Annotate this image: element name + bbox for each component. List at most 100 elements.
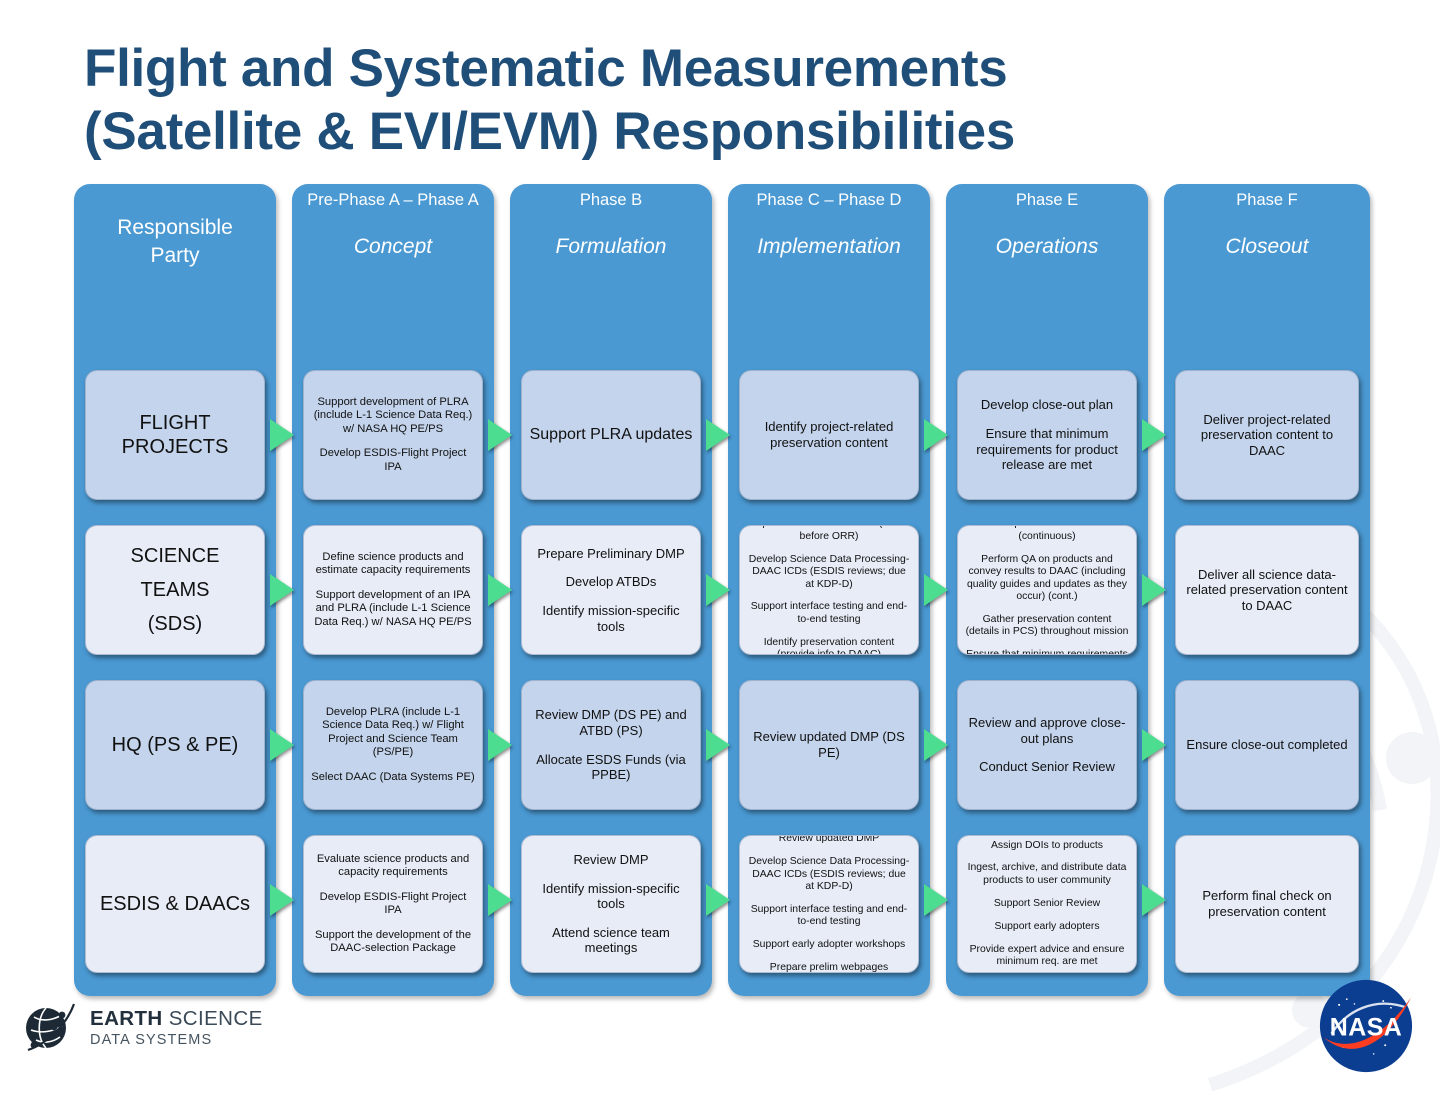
flow-arrow [270, 419, 294, 451]
cell-text: Support PLRA updates [529, 426, 693, 444]
cell-text: Develop close-out plan [980, 397, 1114, 413]
cell-text: Review DMP [573, 852, 649, 868]
party-text: (SDS) [147, 613, 203, 635]
column-header-responsible-party: Responsible Party [74, 190, 276, 269]
cell-text: Attend science team meetings [552, 924, 670, 956]
cell-text: Develop Science Data Processing-DAAC ICD… [748, 553, 910, 590]
cell-text: Identify project-related preservation co… [764, 419, 894, 450]
party-text: HQ (PS & PE) [111, 734, 239, 756]
party-cell-flight-projects: FLIGHT PROJECTS [85, 370, 265, 500]
nasa-logo-text: NASA [1330, 1014, 1403, 1042]
flow-arrow [270, 574, 294, 606]
esds-title: EARTH SCIENCE [90, 1007, 263, 1030]
party-text: SCIENCE [130, 545, 220, 567]
cell-text: Develop PLRA (include L-1 Science Data R… [322, 705, 464, 759]
cell-text: Review DMP (DS PE) and ATBD (PS) [535, 707, 687, 738]
matrix-cell-flight-concept: Support development of PLRA (include L-1… [303, 370, 483, 500]
column-phase-label: Phase E [1015, 191, 1079, 209]
flow-arrow [924, 419, 948, 451]
flow-arrow [270, 729, 294, 761]
cell-text: Support early adopter workshops [752, 939, 906, 951]
cell-text: Develop ATBDs [565, 574, 657, 590]
esds-title-light: SCIENCE [168, 1007, 263, 1030]
column-phase-label: Phase F [1236, 191, 1298, 209]
cell-text: Support development of PLRA (include L-1… [313, 395, 473, 435]
cell-text: Support Senior Review [993, 897, 1101, 909]
nasa-logo: NASA [1319, 979, 1413, 1073]
column-header-phase-e: Phase E Operations [946, 190, 1148, 259]
esds-wordmark: EARTH SCIENCE DATA SYSTEMS [90, 1007, 263, 1047]
flow-arrow [1142, 574, 1166, 606]
column-phase-label: Pre-Phase A – Phase A [307, 191, 479, 209]
responsibility-matrix: Responsible Party FLIGHT PROJECTS SCIENC… [74, 184, 1370, 996]
earth-science-data-systems-logo: EARTH SCIENCE DATA SYSTEMS [22, 1000, 263, 1056]
cell-text: Prepare Preliminary DMP [537, 545, 685, 561]
flow-arrow [924, 884, 948, 916]
cell-text: Review and approve close-out plans [968, 715, 1126, 746]
cell-text: Update and baseline DMP (at or before OR… [755, 526, 903, 542]
cell-text: Support interface testing and end-to-end… [750, 601, 908, 625]
column-header-phase-c-d: Phase C – Phase D Implementation [728, 190, 930, 259]
party-text: FLIGHT [139, 412, 211, 434]
flow-arrow [1142, 884, 1166, 916]
flow-arrow [706, 574, 730, 606]
column-header-phase-f: Phase F Closeout [1164, 190, 1370, 259]
cell-text: Develop Science Data Processing-DAAC ICD… [748, 856, 910, 893]
flow-arrow [1142, 419, 1166, 451]
cell-text: Ensure that minimum requirements for the… [966, 649, 1128, 655]
cell-text: Ensure close-out completed [1186, 737, 1348, 753]
cell-text: Develop ESDIS-Flight Project IPA [319, 890, 467, 916]
party-cell-science-teams: SCIENCE TEAMS (SDS) [85, 525, 265, 655]
column-phase-e: Phase E Operations Develop close-out pla… [946, 184, 1148, 996]
party-cell-esdis-daacs: ESDIS & DAACs [85, 835, 265, 973]
cell-text: Identify mission-specific tools [542, 603, 680, 634]
page-title-line-2: (Satellite & EVI/EVM) Responsibilities [84, 101, 1016, 161]
column-header-phase-b: Phase B Formulation [510, 190, 712, 259]
matrix-cell-science-implementation: Update and baseline DMP (at or before OR… [739, 525, 919, 655]
cell-text: Process, reprocess, and transmit data pr… [991, 526, 1102, 542]
column-stage-label: Formulation [555, 235, 667, 259]
cell-text: Gather preservation content (details in … [965, 613, 1129, 638]
party-text: ESDIS & DAACs [99, 893, 251, 915]
page-title-line-1: Flight and Systematic Measurements [84, 39, 1008, 98]
cell-text: Support development of an IPA and PLRA (… [314, 588, 472, 628]
column-phase-label: Phase B [579, 191, 643, 209]
matrix-cell-science-formulation: Prepare Preliminary DMP Develop ATBDs Id… [521, 525, 701, 655]
column-header-label-line-2: Party [150, 243, 200, 267]
cell-text: Define science products and estimate cap… [315, 550, 471, 577]
cell-text: Identify mission-specific tools [542, 880, 680, 912]
column-stage-label: Implementation [757, 235, 901, 259]
cell-text: Perform final check on preservation cont… [1202, 888, 1332, 919]
column-stage-label: Concept [353, 235, 433, 259]
column-phase-label: Phase C – Phase D [756, 191, 902, 209]
cell-text: Support early adopters [994, 920, 1100, 932]
column-phase-c-d: Phase C – Phase D Implementation Identif… [728, 184, 930, 996]
matrix-cell-flight-implementation: Identify project-related preservation co… [739, 370, 919, 500]
matrix-cell-science-operations: Process, reprocess, and transmit data pr… [957, 525, 1137, 655]
matrix-cell-flight-closeout: Deliver project-related preservation con… [1175, 370, 1359, 500]
flow-arrow [488, 729, 512, 761]
column-stage-label: Operations [995, 235, 1099, 259]
matrix-cell-esdis-closeout: Perform final check on preservation cont… [1175, 835, 1359, 973]
cell-text: Review updated DMP (DS PE) [753, 729, 905, 760]
cell-text: Evaluate science products and capacity r… [316, 852, 470, 878]
page-title: Flight and Systematic Measurements (Sate… [84, 38, 1284, 163]
cell-text: Identify preservation content (provide i… [763, 636, 895, 655]
cell-text: Assign DOIs to products [990, 839, 1104, 851]
flow-arrow [1142, 729, 1166, 761]
flow-arrow [488, 884, 512, 916]
column-header-pre-phase-a: Pre-Phase A – Phase A Concept [292, 190, 494, 259]
cell-text: Deliver all science data-related preserv… [1186, 566, 1348, 613]
matrix-cell-esdis-concept: Evaluate science products and capacity r… [303, 835, 483, 973]
globe-icon [26, 1003, 76, 1052]
matrix-cell-hq-implementation: Review updated DMP (DS PE) [739, 680, 919, 810]
cell-text: Review updated DMP [778, 835, 880, 845]
column-responsible-party: Responsible Party FLIGHT PROJECTS SCIENC… [74, 184, 276, 996]
matrix-cell-esdis-implementation: Review updated DMP Develop Science Data … [739, 835, 919, 973]
flow-arrow [924, 729, 948, 761]
cell-text: Prepare prelim webpages [769, 962, 889, 973]
matrix-cell-flight-operations: Develop close-out plan Ensure that minim… [957, 370, 1137, 500]
party-cell-hq: HQ (PS & PE) [85, 680, 265, 810]
cell-text: Support the development of the DAAC-sele… [314, 928, 472, 955]
column-phase-b: Phase B Formulation Support PLRA updates… [510, 184, 712, 996]
